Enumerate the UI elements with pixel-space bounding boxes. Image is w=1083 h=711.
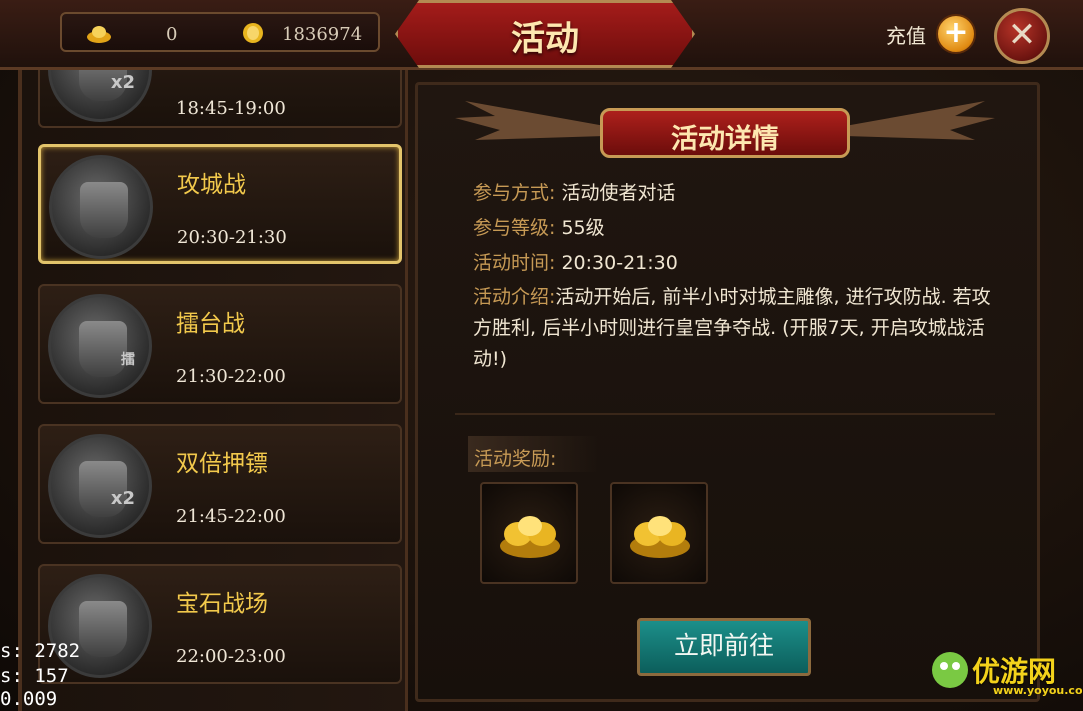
recharge-label[interactable]: 充值 (886, 20, 926, 49)
intro-block: 活动介绍:活动开始后, 前半小时对城主雕像, 进行攻防战. 若攻方胜利, 后半小… (473, 282, 993, 375)
gold-ingot-icon (500, 516, 560, 558)
method-row: 参与方式: 活动使者对话 (473, 178, 675, 205)
method-value: 活动使者对话 (561, 182, 676, 204)
ingot-count: 0 (166, 24, 178, 45)
gem-shield-icon (48, 574, 152, 678)
method-label: 参与方式: (473, 182, 556, 204)
activity-name: 双倍押镖 (176, 451, 268, 477)
debug-line-3: 0.009 (0, 688, 58, 710)
activity-item-arena[interactable]: 擂 擂台战 21:30-22:00 (38, 284, 402, 404)
reward-label: 活动奖励: (474, 448, 557, 470)
gold-count: 1836974 (282, 24, 363, 45)
activity-time: 22:00-23:00 (176, 646, 286, 667)
activity-name: 宝石战场 (176, 591, 268, 617)
time-value: 20:30-21:30 (561, 252, 678, 274)
reward-slot-2[interactable] (610, 482, 708, 584)
ingot-icon (87, 26, 111, 43)
time-row: 活动时间: 20:30-21:30 (473, 248, 678, 275)
right-wing-ornament (845, 101, 995, 140)
recharge-plus-button[interactable]: + (936, 14, 976, 54)
debug-line-1: s: 2782 (0, 640, 81, 662)
level-row: 参与等级: 55级 (473, 213, 605, 240)
left-wing-ornament (455, 101, 605, 140)
activity-name: 攻城战 (177, 172, 246, 198)
activity-item-partial[interactable]: x2 18:45-19:00 (38, 70, 402, 128)
arena-ring-icon: 擂 (48, 294, 152, 398)
activity-item-gem[interactable]: 宝石战场 22:00-23:00 (38, 564, 402, 684)
title-plate: 活动 (395, 0, 695, 68)
page-title: 活动 (511, 19, 579, 59)
activity-time: 21:45-22:00 (176, 506, 286, 527)
level-value: 55级 (561, 217, 605, 239)
watermark-url: www.yoyou.com (993, 684, 1083, 697)
detail-title: 活动详情 (671, 124, 779, 155)
activity-item-escort[interactable]: x2 双倍押镖 21:45-22:00 (38, 424, 402, 544)
activity-name: 擂台战 (176, 311, 245, 337)
activity-list[interactable]: x2 18:45-19:00 攻城战 20:30-21:30 擂 擂台战 21:… (18, 70, 408, 711)
gold-coin-icon (243, 23, 263, 43)
activity-item-siege[interactable]: 攻城战 20:30-21:30 (38, 144, 402, 264)
level-label: 参与等级: (473, 217, 556, 239)
time-label: 活动时间: (473, 252, 556, 274)
reward-slot-1[interactable] (480, 482, 578, 584)
activity-time: 18:45-19:00 (176, 98, 286, 119)
activity-time: 20:30-21:30 (177, 227, 287, 248)
activity-time: 21:30-22:00 (176, 366, 286, 387)
partial-icon: x2 (48, 70, 152, 122)
escort-horse-icon: x2 (48, 434, 152, 538)
close-button[interactable]: ✕ (994, 8, 1050, 64)
go-now-button[interactable]: 立即前往 (637, 618, 811, 676)
intro-label: 活动介绍: (473, 286, 556, 308)
resource-panel: 0 1836974 (60, 12, 380, 52)
gold-ingot-icon (630, 516, 690, 558)
top-bar: 0 1836974 活动 充值 + ✕ (0, 0, 1083, 70)
detail-info: 参与方式: 活动使者对话 参与等级: 55级 活动时间: 20:30-21:30… (455, 160, 995, 415)
siege-armor-icon (49, 155, 153, 259)
detail-title-plate: 活动详情 (600, 108, 850, 158)
debug-line-2: s: 157 (0, 665, 69, 687)
